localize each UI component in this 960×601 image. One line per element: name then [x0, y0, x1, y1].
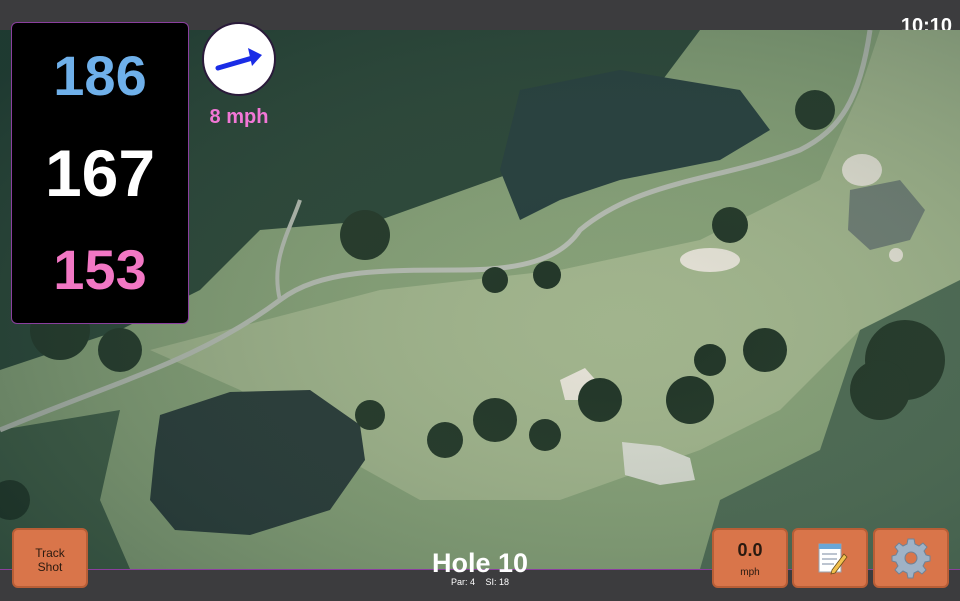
notepad-icon: [818, 543, 848, 575]
hole-title: Hole 10: [431, 548, 529, 578]
gear-icon: [891, 538, 931, 579]
stroke-index-label: SI: 18: [485, 577, 510, 587]
wind-indicator: [202, 22, 276, 96]
track-shot-label-1: Track: [35, 546, 65, 560]
back-distance: 186: [53, 44, 147, 107]
track-shot-button[interactable]: Track Shot: [12, 528, 88, 588]
settings-button[interactable]: [873, 528, 949, 588]
par-label: Par: 4: [450, 577, 475, 587]
wind-speed: 8 mph: [209, 106, 269, 128]
notes-button[interactable]: [792, 528, 868, 588]
middle-distance: 167: [44, 136, 156, 210]
wind-arrow-icon: [215, 48, 262, 71]
front-distance: 153: [53, 238, 147, 301]
track-shot-label-2: Shot: [37, 560, 63, 574]
yardage-panel: 186 167 153: [11, 22, 189, 324]
hole-info: Par: 4 SI: 18: [380, 577, 580, 587]
speed-value: 0.0: [737, 540, 763, 560]
speed-button[interactable]: 0.0 mph: [712, 528, 788, 588]
speed-unit: mph: [740, 567, 760, 578]
